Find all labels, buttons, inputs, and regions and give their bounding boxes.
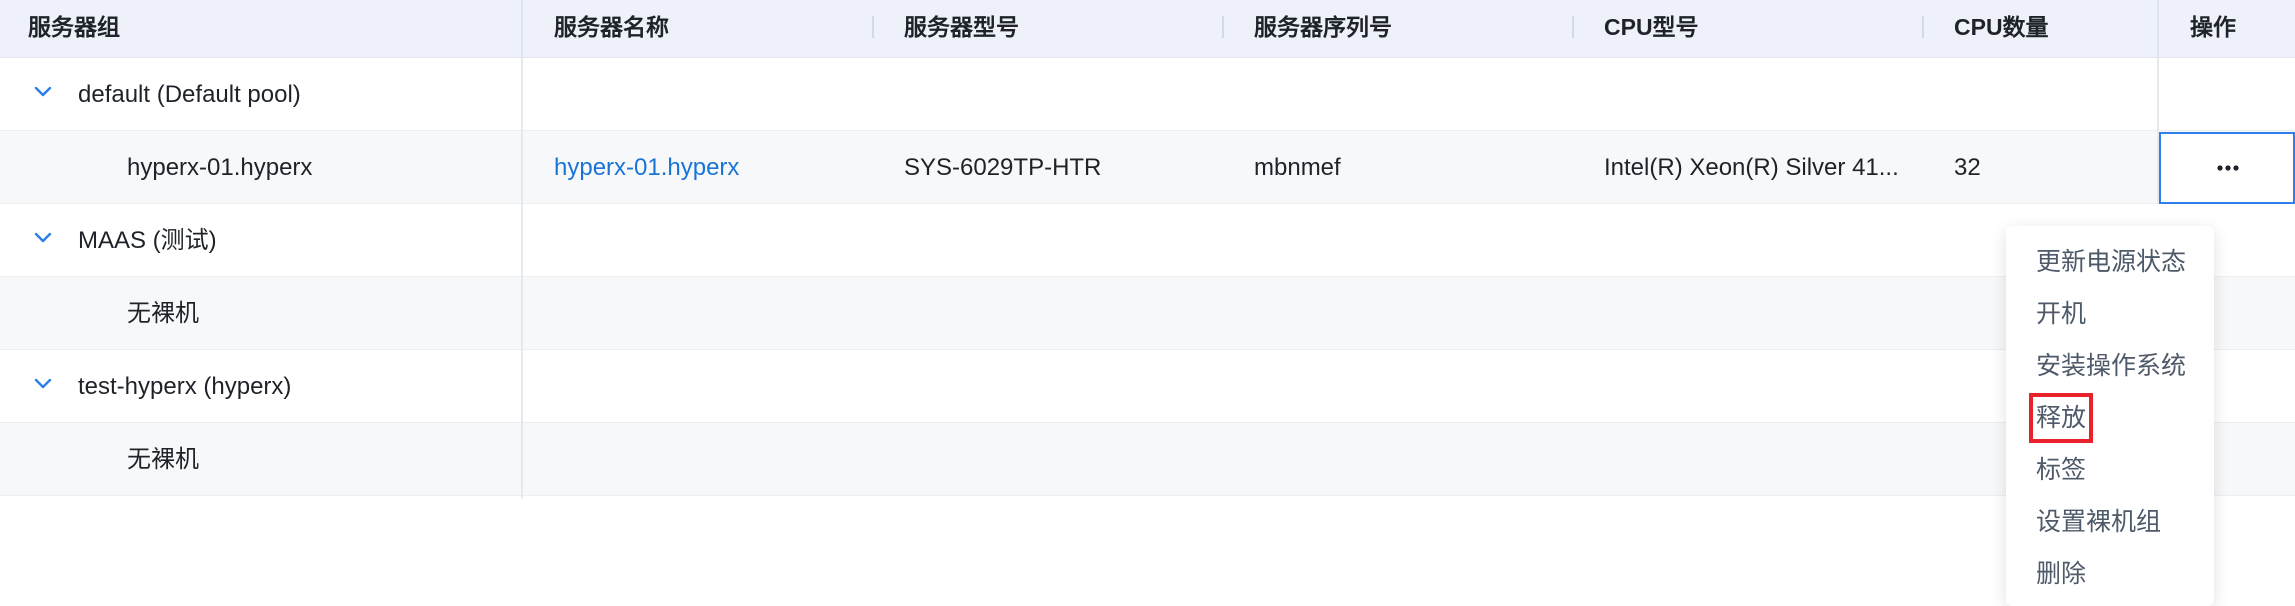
table-row: 无裸机 [0,277,2295,350]
chevron-down-icon[interactable] [32,226,54,248]
server-name-link[interactable]: hyperx-01.hyperx [554,131,739,204]
server-serial: mbnmef [1254,154,1341,181]
group-cell: hyperx-01.hyperx [127,154,313,181]
header-actions: 操作 [2190,14,2236,40]
server-model: SYS-6029TP-HTR [904,154,1102,181]
more-actions-button[interactable] [2159,132,2295,204]
menu-item-install-os[interactable]: 安装操作系统 [2036,346,2186,386]
table-header: 服务器组 服务器名称 服务器型号 服务器序列号 CPU型号 CPU数量 操作 [0,0,2295,58]
menu-item-release[interactable]: 释放 [2028,393,2094,443]
menu-item-delete[interactable]: 删除 [2036,554,2086,594]
group-row-default[interactable]: default (Default pool) [0,58,2295,131]
table-row[interactable]: hyperx-01.hyperx hyperx-01.hyperx SYS-60… [0,131,2295,204]
header-divider [2157,0,2159,57]
group-label: MAAS (测试) [78,227,217,254]
column-resize-handle[interactable] [1572,16,1574,38]
header-divider [521,0,523,57]
empty-group-text: 无裸机 [127,446,199,473]
cpu-model: Intel(R) Xeon(R) Silver 41... [1604,154,1899,181]
table-row: 无裸机 [0,423,2295,496]
column-divider [521,57,523,499]
header-server-group[interactable]: 服务器组 [28,0,120,57]
header-server-serial[interactable]: 服务器序列号 [1254,0,1392,57]
group-row-test-hyperx[interactable]: test-hyperx (hyperx) [0,350,2295,423]
chevron-down-icon[interactable] [32,80,54,102]
header-server-model[interactable]: 服务器型号 [904,0,1019,57]
group-label: default (Default pool) [78,81,301,108]
header-cpu-model[interactable]: CPU型号 [1604,0,1699,57]
group-label: test-hyperx (hyperx) [78,373,292,400]
header-server-name[interactable]: 服务器名称 [554,0,669,57]
empty-group-text: 无裸机 [127,300,199,327]
menu-item-power-on[interactable]: 开机 [2036,294,2086,334]
column-resize-handle[interactable] [872,16,874,38]
menu-item-update-power-state[interactable]: 更新电源状态 [2036,242,2186,282]
chevron-down-icon[interactable] [32,372,54,394]
column-resize-handle[interactable] [1922,16,1924,38]
column-resize-handle[interactable] [1222,16,1224,38]
group-row-maas[interactable]: MAAS (测试) [0,204,2295,277]
cpu-count: 32 [1954,154,1981,181]
more-dots-icon [2217,165,2239,171]
menu-item-set-group[interactable]: 设置裸机组 [2036,502,2161,542]
header-cpu-count[interactable]: CPU数量 [1954,0,2049,57]
actions-dropdown-menu: 更新电源状态 开机 安装操作系统 释放 标签 设置裸机组 删除 [2006,226,2214,606]
menu-item-tags[interactable]: 标签 [2036,450,2086,490]
